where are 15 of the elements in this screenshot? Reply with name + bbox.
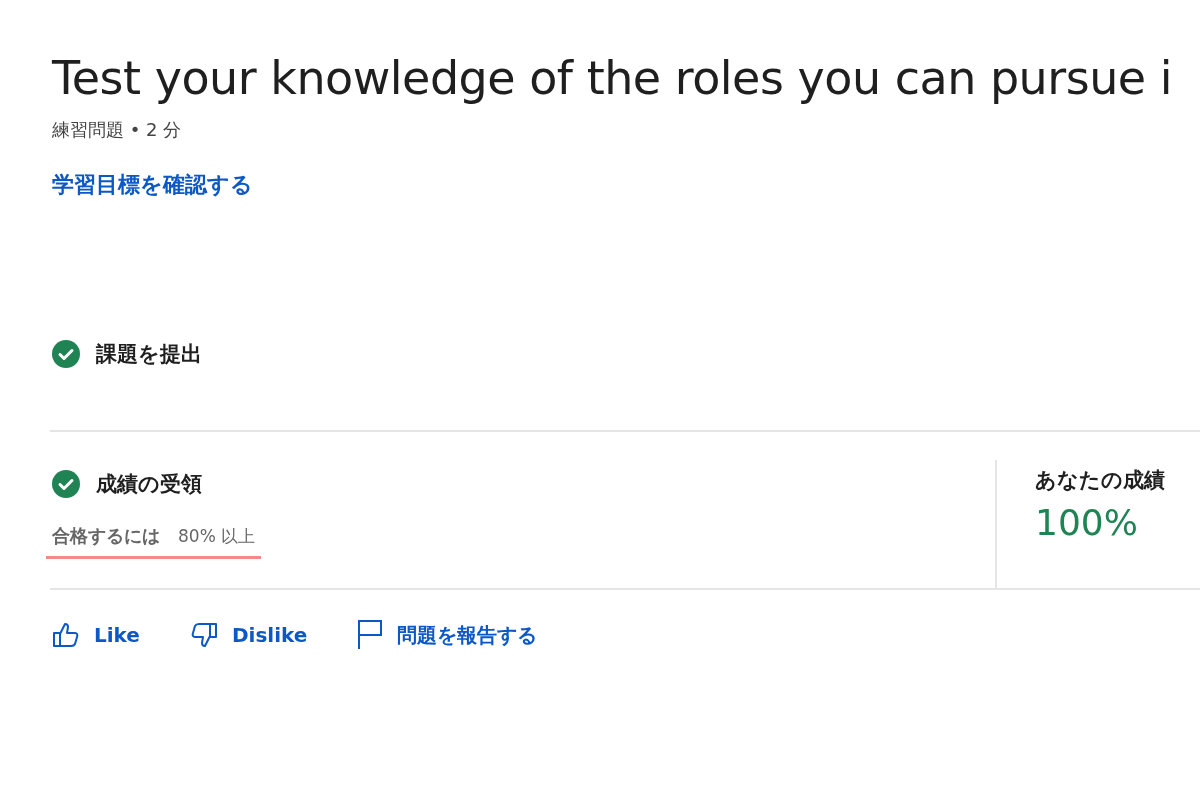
objectives-link[interactable]: 学習目標を確認する bbox=[52, 170, 253, 200]
flag-icon bbox=[357, 620, 384, 650]
grade-label: あなたの成績 bbox=[1035, 467, 1166, 494]
like-button[interactable]: Like bbox=[52, 620, 140, 650]
step-label: 成績の受領 bbox=[96, 471, 202, 498]
grade-value: 100% bbox=[1035, 502, 1139, 543]
step-label: 課題を提出 bbox=[96, 341, 202, 368]
passing-label: 合格するには bbox=[52, 524, 160, 548]
passing-value: 80% 以上 bbox=[178, 525, 256, 548]
page-title: Test your knowledge of the roles you can pursue i bbox=[52, 50, 1173, 107]
report-button[interactable]: 問題を報告する bbox=[357, 620, 538, 650]
dislike-button[interactable]: Dislike bbox=[189, 620, 308, 650]
thumbs-up-icon bbox=[52, 621, 80, 649]
thumbs-down-icon bbox=[189, 621, 218, 649]
quiz-meta: 練習問題 • 2 分 bbox=[52, 118, 183, 142]
